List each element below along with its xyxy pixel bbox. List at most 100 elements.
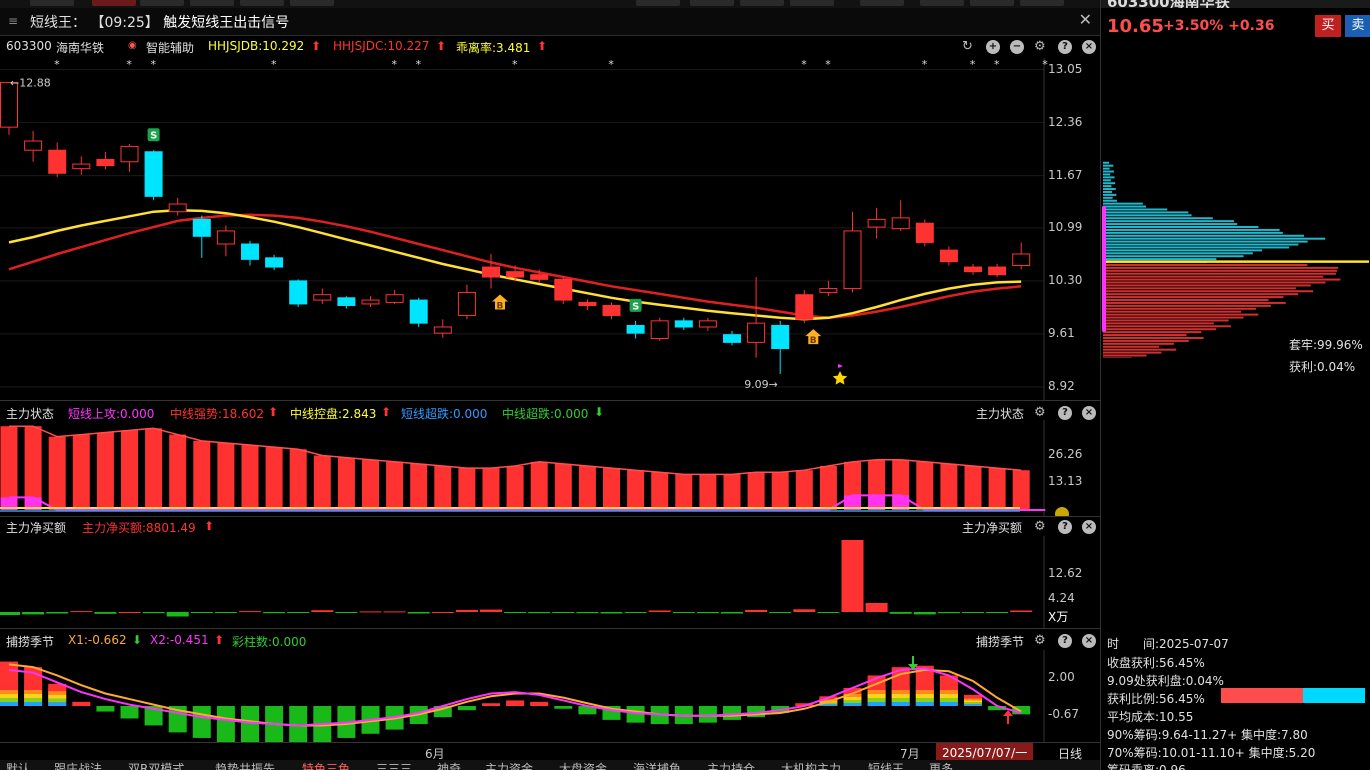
help-icon[interactable]: ? (1058, 634, 1072, 648)
season-band (24, 698, 43, 702)
menu-icon[interactable]: ≡ (8, 14, 18, 28)
season-bar-down (554, 706, 573, 709)
top-tab[interactable] (740, 0, 784, 6)
top-tab[interactable] (690, 0, 734, 6)
status-bar (386, 461, 404, 510)
candle-body (168, 203, 187, 213)
top-tab-active[interactable] (92, 0, 136, 6)
season-band (915, 698, 934, 702)
gear-icon[interactable]: ⚙ (1034, 406, 1046, 420)
bottom-tab[interactable]: 更多 (929, 763, 953, 770)
chip-bar (1103, 193, 1117, 196)
assist-label[interactable]: 智能辅助 (146, 39, 194, 56)
candlestick-chart[interactable]: * * * * * * * * * * * * * *←12.889.09→SSBB (0, 58, 1100, 400)
chip-bar (1103, 331, 1202, 334)
chip-bar (1103, 246, 1290, 249)
net-sell-bar (335, 612, 358, 613)
net-buy-bar (311, 610, 334, 612)
bottom-tab[interactable]: 默认 (6, 763, 30, 770)
net-sell-bar (937, 612, 960, 614)
gear-icon[interactable]: ⚙ (1034, 634, 1046, 648)
bottom-tab[interactable]: 趋势共振先 (215, 763, 275, 770)
bottom-tab[interactable]: 主力持仓 (707, 763, 755, 770)
net-sell-bar (672, 612, 695, 613)
bottom-tab[interactable]: 大机构主力 (781, 763, 841, 770)
right-stock-name: 603300海南华铁 (1107, 0, 1230, 8)
top-tab[interactable] (860, 0, 904, 6)
info-profit-ratio: 获利比例:56.45% (1107, 692, 1205, 706)
help-icon[interactable]: ? (1058, 520, 1072, 534)
stock-code[interactable]: 603300 (6, 39, 52, 53)
net-sell-bar (889, 612, 912, 614)
net-buy-chart (0, 536, 1045, 628)
bottom-tab[interactable]: 主力资金 (485, 763, 533, 770)
buy-button[interactable]: 买 (1315, 15, 1341, 37)
chip-bar (1103, 278, 1341, 281)
chip-bar (1103, 208, 1168, 211)
chip-bar (1103, 299, 1269, 302)
top-tab[interactable] (290, 0, 334, 6)
season-band (24, 686, 43, 690)
bottom-tab[interactable]: 海洋捕鱼 (633, 763, 681, 770)
status-bar (723, 474, 741, 510)
season-band (867, 698, 886, 702)
chip-bar (1103, 336, 1204, 339)
status-bar (627, 470, 645, 510)
zoom-out-icon[interactable]: − (1010, 40, 1024, 54)
bottom-tab[interactable]: 短线王 (868, 763, 904, 770)
stock-name[interactable]: 海南华铁 (56, 39, 104, 56)
top-tab[interactable] (636, 0, 680, 6)
sell-button[interactable]: 卖 (1345, 15, 1370, 37)
bottom-tab[interactable]: 跟庄战法 (54, 763, 102, 770)
status-bar (771, 472, 789, 510)
top-tab[interactable] (30, 0, 74, 6)
bottom-tab[interactable]: 双R双模式 (128, 763, 184, 770)
gear-icon[interactable]: ⚙ (1034, 40, 1046, 54)
assist-dropdown-icon[interactable]: ◉ (128, 40, 137, 51)
net-buy-bar (455, 609, 478, 612)
top-tab[interactable] (790, 0, 834, 6)
season-band (843, 702, 862, 706)
close-icon[interactable]: × (1082, 40, 1096, 54)
help-icon[interactable]: ? (1058, 406, 1072, 420)
top-tab[interactable] (1020, 0, 1064, 6)
arrow-up-icon: ⬆ (381, 405, 392, 419)
close-icon[interactable]: ✕ (1079, 10, 1092, 29)
net-sell-bar (287, 612, 310, 613)
indicator-color-bars: 彩柱数:0.000 (232, 635, 307, 649)
top-tab[interactable] (240, 0, 284, 6)
candle-body (602, 304, 621, 316)
bottom-tab[interactable]: 特色三色 (302, 763, 350, 770)
chip-bar (1103, 269, 1338, 272)
top-tab[interactable] (140, 0, 184, 6)
bottom-tab[interactable]: 三三三 (376, 763, 412, 770)
season-band (0, 694, 18, 698)
net-buy-bar (431, 612, 454, 613)
top-tab[interactable] (970, 0, 1014, 6)
status-bar (988, 468, 1006, 510)
close-icon[interactable]: × (1082, 406, 1096, 420)
time-axis: 6月 7月 2025/07/07/一 日线 (0, 742, 1100, 761)
gear-icon[interactable]: ⚙ (1034, 520, 1046, 534)
bottom-tab[interactable]: 神奇 (437, 763, 461, 770)
info-close-profit: 收盘获利:56.45% (1107, 656, 1205, 670)
chip-bar (1103, 342, 1174, 345)
chip-bar (1103, 190, 1113, 193)
zoom-in-icon[interactable]: + (986, 40, 1000, 54)
top-tab[interactable] (190, 0, 234, 6)
chip-bar (1103, 287, 1296, 290)
refresh-icon[interactable]: ↻ (962, 40, 973, 54)
indicator-x1: X1:-0.662 (68, 633, 127, 647)
chip-bar (1103, 220, 1234, 223)
panel-title-right: 主力净买额 (962, 521, 1023, 535)
top-tab[interactable] (920, 0, 964, 6)
buy-signal-label: B (810, 336, 817, 346)
help-icon[interactable]: ? (1058, 40, 1072, 54)
close-icon[interactable]: × (1082, 520, 1096, 534)
status-bar (819, 466, 837, 510)
close-icon[interactable]: × (1082, 634, 1096, 648)
net-buy-bar (841, 540, 864, 612)
net-sell-bar (263, 612, 286, 614)
bottom-tab[interactable]: 大盘资金 (559, 763, 607, 770)
info-chip-90: 90%筹码:9.64-11.27+ 集中度:7.80 (1107, 728, 1308, 742)
